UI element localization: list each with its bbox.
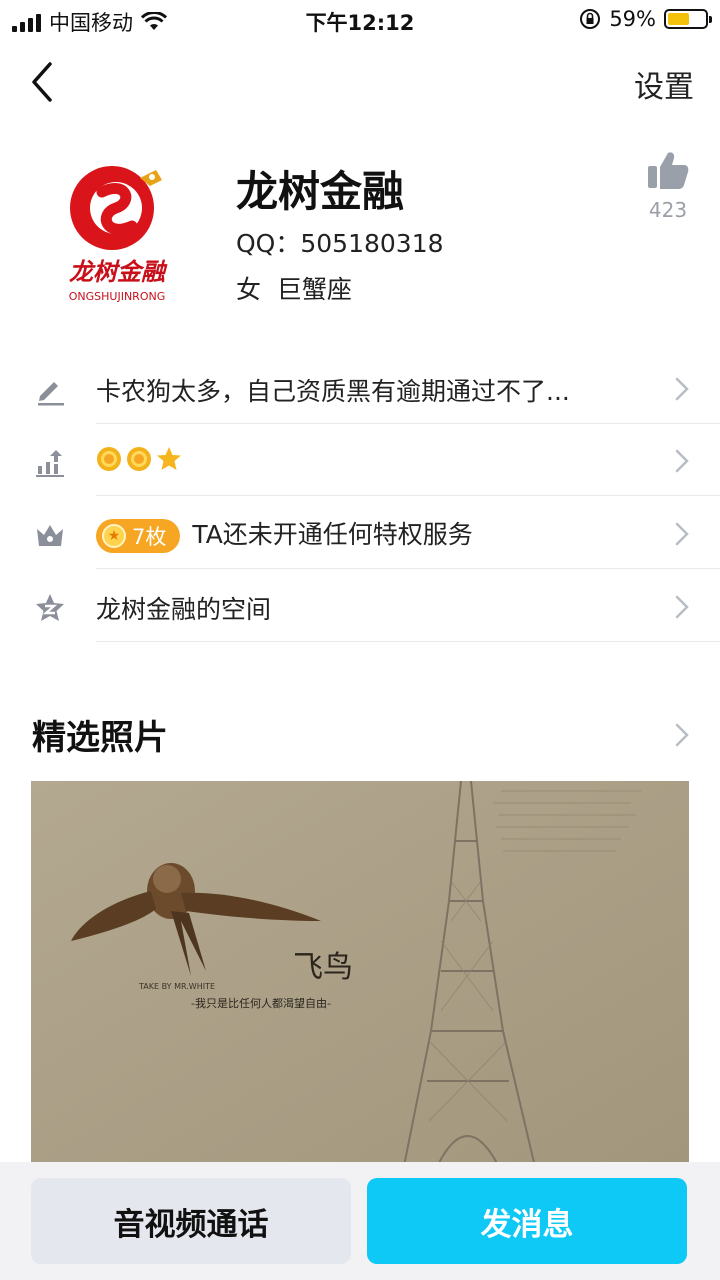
action-bar: 音视频通话 发消息	[0, 1162, 720, 1280]
video-call-button[interactable]: 音视频通话	[31, 1178, 351, 1264]
medal-icon: ★	[102, 524, 126, 548]
send-message-button[interactable]: 发消息	[367, 1178, 687, 1264]
orientation-lock-icon	[580, 9, 601, 29]
star-icon	[157, 447, 181, 470]
divider	[96, 495, 720, 496]
thumbs-up-icon	[648, 152, 689, 189]
battery-fill	[668, 13, 690, 25]
back-button[interactable]	[26, 58, 66, 106]
level-icons	[96, 446, 182, 472]
chevron-right-icon	[675, 377, 689, 401]
like-count: 423	[648, 198, 688, 222]
level-row[interactable]	[0, 424, 720, 496]
photo-calligraphy: 飞鸟	[293, 950, 353, 985]
settings-button[interactable]: 设置	[634, 62, 694, 106]
level-chart-icon	[36, 450, 64, 477]
qq-number: QQ：505180318	[236, 229, 444, 258]
chevron-right-icon	[675, 522, 689, 546]
status-bar: 中国移动 下午12:12 59%	[0, 0, 720, 40]
privilege-text: TA还未开通任何特权服务	[192, 520, 473, 549]
featured-photo[interactable]: TAKE BY MR.WHITE -我只是比任何人都渴望自由- 飞鸟	[31, 781, 689, 1171]
crown-icon	[37, 525, 63, 546]
zodiac: 巨蟹座	[276, 275, 352, 304]
space-row[interactable]: 龙树金融的空间	[0, 570, 720, 642]
chevron-right-icon	[675, 449, 689, 473]
medal-badge: ★ 7枚	[96, 519, 181, 553]
sun-icon	[127, 447, 151, 471]
photo-caption-small: TAKE BY MR.WHITE	[138, 982, 215, 991]
photos-title: 精选照片	[32, 718, 168, 758]
avatar-logo-subtext: ONGSHUJINRONG	[69, 290, 166, 303]
avatar[interactable]: 龙树金融 ONGSHUJINRONG	[52, 150, 182, 310]
chevron-right-icon[interactable]	[674, 722, 690, 748]
space-text: 龙树金融的空间	[96, 595, 272, 624]
profile-name: 龙树金融	[236, 167, 405, 216]
pencil-icon	[38, 382, 64, 406]
avatar-logo-text: 龙树金融	[69, 258, 168, 286]
qzone-star-icon	[36, 594, 64, 621]
chevron-left-icon	[32, 62, 52, 102]
chevron-right-icon	[675, 595, 689, 619]
gender: 女	[236, 275, 262, 304]
divider	[96, 641, 720, 642]
divider	[96, 568, 720, 569]
battery-icon	[664, 9, 712, 29]
privilege-row[interactable]: ★ 7枚 TA还未开通任何特权服务	[0, 497, 720, 569]
profile-page: 中国移动 下午12:12 59% 设置 龙树金融 ONGSHUJINRONG 龙…	[0, 0, 720, 1280]
signature-row[interactable]: 卡农狗太多，自己资质黑有逾期通过不了...	[0, 352, 720, 424]
photo-caption: -我只是比任何人都渴望自由-	[191, 996, 331, 1010]
battery-percent: 59%	[609, 7, 656, 31]
sun-icon	[97, 447, 121, 471]
medal-count: 7枚	[132, 525, 167, 549]
signature-text: 卡农狗太多，自己资质黑有逾期通过不了...	[96, 377, 570, 406]
gender-zodiac: 女 巨蟹座	[236, 270, 352, 306]
like-button[interactable]: 423	[646, 150, 690, 222]
